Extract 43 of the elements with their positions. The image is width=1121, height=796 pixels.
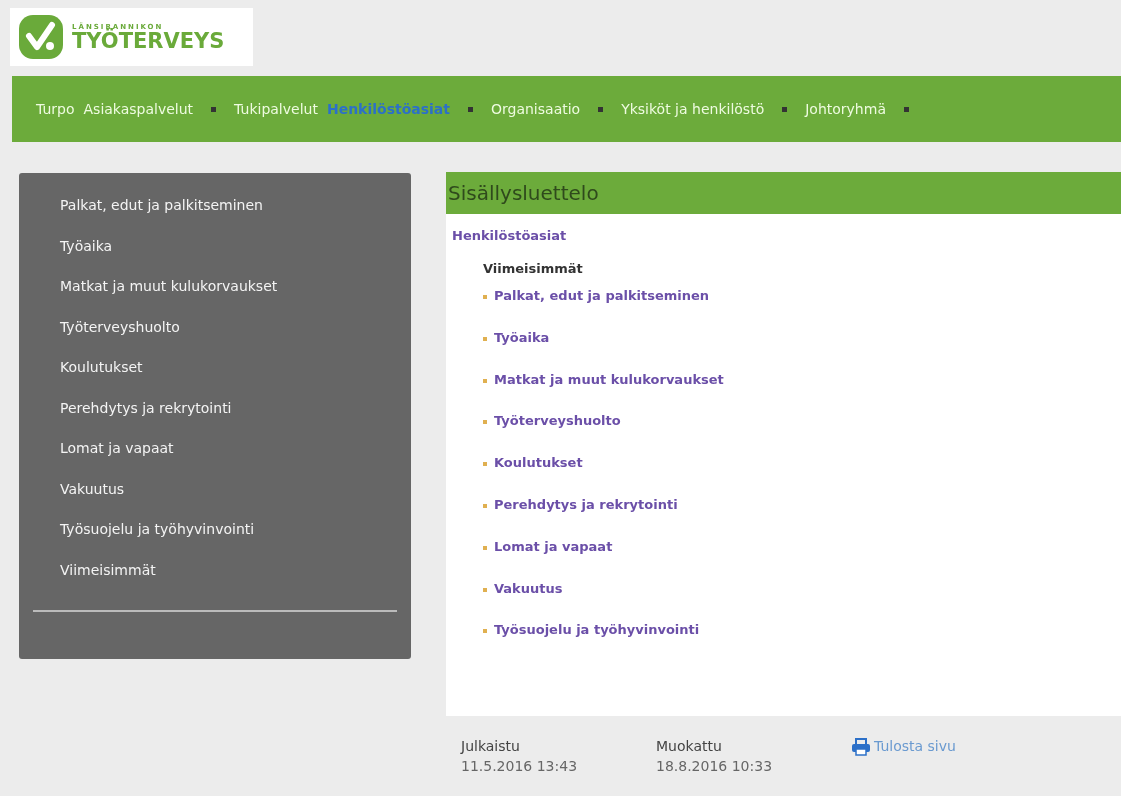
bullet-icon (483, 629, 487, 634)
bullet-icon (483, 545, 487, 550)
bullet-icon (483, 420, 487, 425)
bullet-icon (483, 504, 487, 508)
dropdown-icon[interactable] (211, 106, 217, 112)
bullet-icon (483, 462, 487, 467)
sidebar-link[interactable]: Lomat ja vapaat (33, 440, 397, 481)
sidebar-link[interactable]: Vakuutus (33, 480, 397, 521)
content-link[interactable]: Palkat, edut ja palkitseminen (494, 288, 710, 303)
sidebar-link[interactable]: Koulutukset (33, 359, 397, 400)
dropdown-icon[interactable] (782, 106, 788, 112)
sidebar-link[interactable]: Työsuojelu ja työhyvinvointi (33, 521, 397, 562)
dropdown-icon[interactable] (468, 106, 473, 112)
dropdown-icon[interactable] (598, 106, 604, 112)
sidebar-link[interactable]: Palkat, edut ja palkitseminen (33, 197, 397, 238)
content-link[interactable]: Perehdytys ja rekrytointi (494, 497, 678, 512)
page-heading: Sisällysluettelo (446, 172, 1121, 214)
content-link[interactable]: Lomat ja vapaat (494, 538, 613, 554)
published-date: 11.5.2016 13:43 (461, 758, 578, 774)
sidebar-link[interactable]: Työterveyshuolto (33, 318, 397, 359)
sidebar-link[interactable]: Perehdytys ja rekrytointi (33, 399, 397, 440)
section-link[interactable]: Henkilöstöasiat (452, 228, 567, 243)
bullet-icon (483, 295, 487, 299)
checkmark-logo-icon (18, 14, 64, 60)
printer-icon (851, 738, 871, 756)
logo-title: TYÖTERVEYS (72, 30, 225, 52)
content-link[interactable]: Työaika (494, 329, 550, 345)
content-link[interactable]: Vakuutus (494, 580, 563, 596)
bullet-icon (483, 336, 487, 341)
modified-date: 18.8.2016 10:33 (656, 758, 773, 774)
bullet-icon (483, 587, 487, 592)
sidebar-link[interactable]: Viimeisimmät (33, 561, 397, 602)
bullet-icon (483, 378, 487, 383)
subheading: Viimeisimmät (483, 261, 583, 276)
content-link[interactable]: Työterveyshuolto (494, 413, 621, 429)
content-link[interactable]: Matkat ja muut kulukorvaukset (494, 371, 724, 387)
dropdown-icon[interactable] (903, 106, 909, 112)
sidebar-link[interactable]: Työaika (33, 237, 397, 278)
published-label: Julkaistu (461, 738, 520, 754)
modified-label: Muokattu (656, 738, 722, 754)
content-link[interactable]: Koulutukset (494, 455, 583, 471)
sidebar-link[interactable]: Matkat ja muut kulukorvaukset (33, 278, 397, 319)
content-link[interactable]: Työsuojelu ja työhyvinvointi (494, 622, 700, 638)
